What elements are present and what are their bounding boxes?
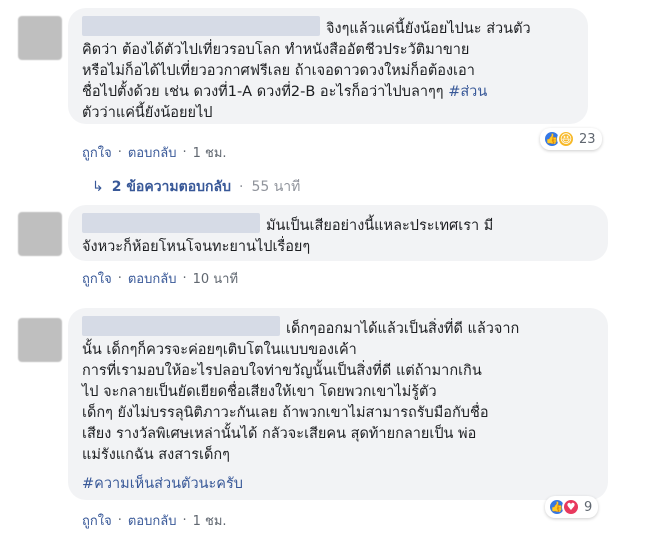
separator: · [182, 513, 187, 528]
comment-actions: ถูกใจ · ตอบกลับ · 1 ชม. [82, 142, 227, 163]
view-replies-link[interactable]: 2 ข้อความตอบกลับ [112, 176, 231, 198]
hashtag-link[interactable]: #ส่วน [448, 84, 487, 100]
comment-text-line: นั้น เด็กๆก็ควรจะค่อยๆเติบโตในแบบของเค้า [82, 342, 357, 358]
separator: · [117, 145, 122, 160]
comment-text-line: ตัวว่าแค่นี้ยังน้อยยไป [82, 105, 213, 121]
hashtag-link[interactable]: #ความเห็นส่วนตัวนะครับ [82, 474, 594, 495]
separator: · [117, 271, 122, 286]
separator: · [182, 145, 187, 160]
commenter-name[interactable] [82, 16, 320, 36]
reply-link[interactable]: ตอบกลับ [128, 142, 177, 163]
reply-link[interactable]: ตอบกลับ [128, 268, 177, 289]
like-link[interactable]: ถูกใจ [82, 268, 112, 289]
comment-text-line: จังหวะก็ห้อยโหนโจนทะยานไปเรื่อยๆ [82, 239, 311, 255]
commenter-name[interactable] [82, 316, 280, 336]
comment-time[interactable]: 10 นาที [193, 268, 238, 289]
comment-text-line: เสียง รางวัลพิเศษเหล่านั้นได้ กลัวจะเสีย… [82, 426, 477, 442]
comment-text-line: เด็กๆออกมาได้แล้วเป็นสิ่งที่ดี แล้วจาก [286, 321, 520, 337]
reaction-summary[interactable]: 👍 😆 23 [540, 128, 602, 150]
comment-text-line: ชื่อไปตั้งด้วย เช่น ดวงที่1-A ดวงที่2-B … [82, 84, 449, 100]
comment-bubble: มันเป็นเสียอย่างนี้แหละประเทศเรา มี จังห… [68, 205, 608, 261]
comment-bubble: จิงๆแล้วแค่นี้ยังน้อยไปนะ ส่วนตัว คิดว่า… [68, 8, 588, 124]
view-replies[interactable]: ↳ 2 ข้อความตอบกลับ · 55 นาที [92, 176, 300, 198]
separator: · [182, 271, 187, 286]
comment-actions: ถูกใจ · ตอบกลับ · 1 ชม. [82, 510, 227, 531]
commenter-name[interactable] [82, 213, 260, 233]
comment-text-line: เด็กๆ ยังไม่บรรลุนิติภาวะกันเลย ถ้าพวกเข… [82, 405, 489, 421]
comment-text-line: แม่รังแกฉัน สงสารเด็กๆ [82, 447, 230, 463]
like-link[interactable]: ถูกใจ [82, 142, 112, 163]
comment-text-line: มันเป็นเสียอย่างนี้แหละประเทศเรา มี [266, 218, 494, 234]
comment-text-line: การที่เรามอบให้อะไรปลอบใจท่าขวัญนั้นเป็น… [82, 363, 482, 379]
comment-text-line: คิดว่า ต้องได้ตัวไปเที่ยวรอบโลก ทำหนังสื… [82, 42, 470, 58]
avatar[interactable] [18, 318, 62, 362]
comment-text-line: หรือไม่ก็อได้ไปเที่ยวอวกาศฟรีเลย ถ้าเจอด… [82, 63, 475, 79]
comment-time[interactable]: 1 ชม. [193, 510, 227, 531]
comment-bubble: เด็กๆออกมาได้แล้วเป็นสิ่งที่ดี แล้วจาก น… [68, 308, 608, 500]
reply-link[interactable]: ตอบกลับ [128, 510, 177, 531]
reaction-count: 23 [579, 131, 596, 147]
reaction-summary[interactable]: 👍 ♥ 9 [545, 496, 599, 518]
love-icon: ♥ [562, 498, 580, 516]
avatar[interactable] [18, 212, 62, 256]
avatar[interactable] [18, 16, 62, 60]
comment-time[interactable]: 1 ชม. [193, 142, 227, 163]
haha-icon: 😆 [557, 130, 575, 148]
reply-arrow-icon: ↳ [92, 179, 104, 195]
separator: · [238, 179, 244, 195]
like-link[interactable]: ถูกใจ [82, 510, 112, 531]
comment-text-line: ไป จะกลายเป็นยัดเยียดชื่อเสียงให้เขา โดย… [82, 384, 437, 400]
reaction-count: 9 [584, 499, 593, 515]
comment-actions: ถูกใจ · ตอบกลับ · 10 นาที [82, 268, 238, 289]
separator: · [117, 513, 122, 528]
comment-text-line: จิงๆแล้วแค่นี้ยังน้อยไปนะ ส่วนตัว [326, 21, 531, 37]
reply-thread-time: 55 นาที [251, 179, 301, 195]
